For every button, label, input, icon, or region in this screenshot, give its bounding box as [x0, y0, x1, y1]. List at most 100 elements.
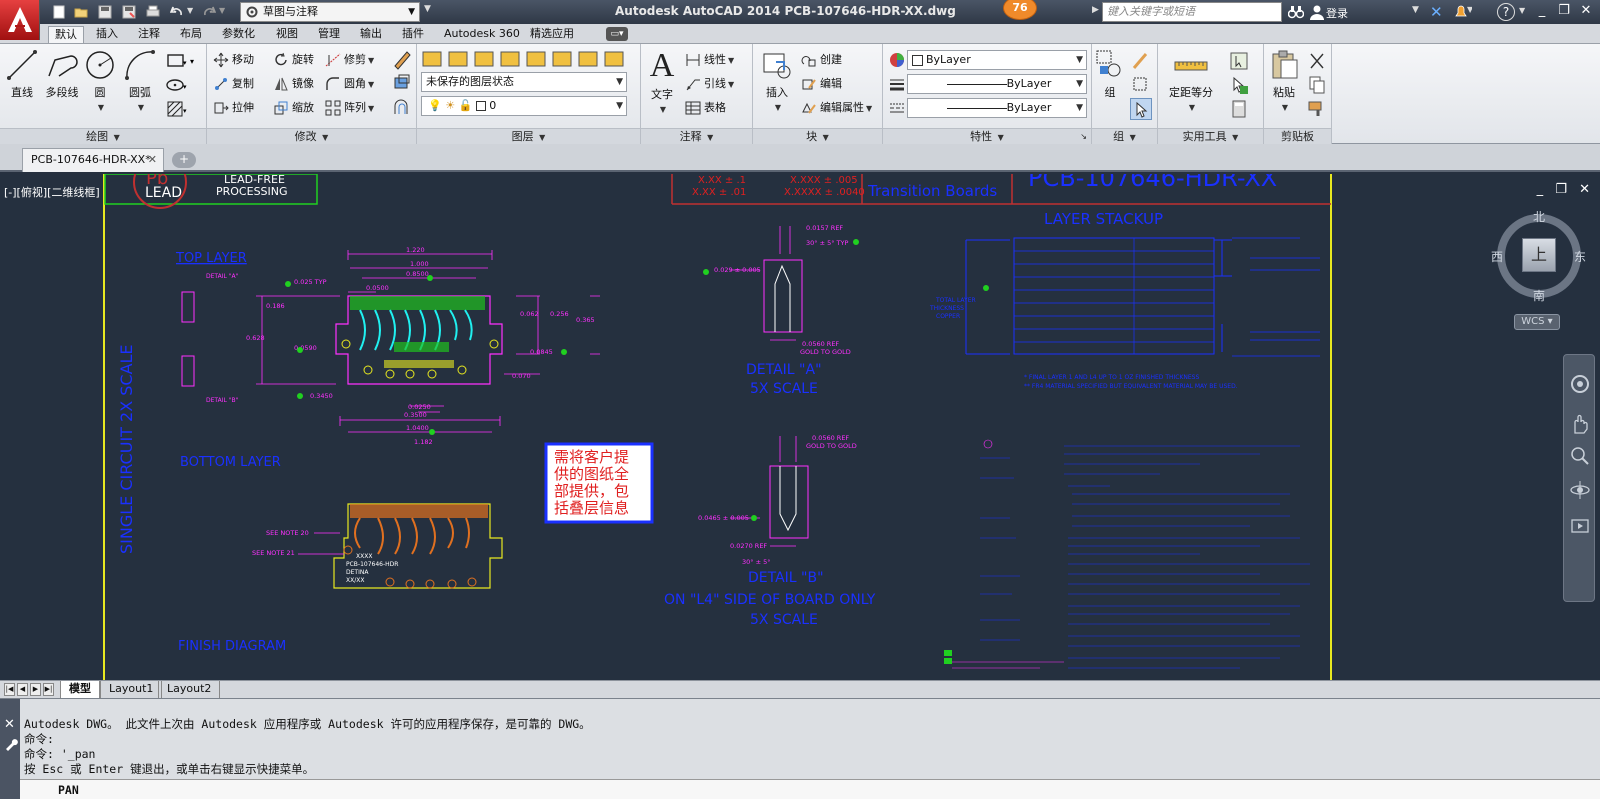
layer-dropdown[interactable]: 💡 ☀ 🔓 0 ▼: [421, 96, 627, 116]
steering-wheel-icon[interactable]: [1569, 373, 1591, 395]
tab-plugins[interactable]: 插件: [396, 26, 430, 43]
table-button[interactable]: 表格: [685, 98, 726, 118]
tab-layout[interactable]: 布局: [174, 26, 208, 43]
annotation-panel-title[interactable]: 注释 ▼: [641, 128, 752, 144]
arc-button[interactable]: 圆弧 ▼: [120, 48, 160, 113]
trim-button[interactable]: 修剪 ▼: [325, 50, 374, 70]
drawing-canvas[interactable]: Pb LEAD LEAD-FREE PROCESSING X.XX ± .1 X…: [0, 174, 1600, 680]
viewcube-top-face[interactable]: 上: [1522, 238, 1556, 272]
tab-model[interactable]: 模型: [60, 681, 100, 698]
login-dropdown-icon[interactable]: ▼: [1412, 5, 1419, 15]
save-as-button[interactable]: [120, 3, 138, 21]
stay-connected-icon[interactable]: ▼: [1452, 3, 1474, 24]
linear-dim-button[interactable]: 线性 ▼: [685, 50, 734, 70]
match-properties-tool[interactable]: [1306, 98, 1328, 120]
polyline-button[interactable]: 多段线: [42, 48, 82, 100]
close-icon[interactable]: ✕: [1578, 3, 1594, 18]
linetype-dropdown[interactable]: ByLayer ▼: [907, 98, 1087, 118]
viewport-controls-label[interactable]: [-][俯视][二维线框]: [4, 184, 100, 200]
search-input[interactable]: 键入关键字或短语: [1102, 2, 1282, 22]
properties-panel-title[interactable]: 特性 ▼ ↘: [883, 128, 1091, 144]
command-line-grip[interactable]: ✕: [0, 699, 20, 799]
next-layout-button[interactable]: ▶: [30, 683, 41, 696]
ungroup-tool[interactable]: [1130, 50, 1152, 72]
group-edit-tool[interactable]: [1130, 74, 1152, 96]
group-select-tool[interactable]: [1130, 98, 1152, 120]
linetype-icon[interactable]: [889, 100, 905, 119]
ellipse-tool[interactable]: ▾: [165, 74, 187, 96]
close-icon[interactable]: ✕: [4, 717, 15, 732]
tab-view[interactable]: 视图: [270, 26, 304, 43]
search-expand-icon[interactable]: ▶: [1092, 5, 1099, 15]
array-button[interactable]: 阵列 ▼: [325, 98, 374, 118]
groups-panel-title[interactable]: 组 ▼: [1092, 128, 1157, 144]
open-file-button[interactable]: [72, 3, 90, 21]
fillet-button[interactable]: 圆角 ▼: [325, 74, 374, 94]
document-tab[interactable]: PCB-107646-HDR-XX* ✕: [22, 148, 164, 172]
help-icon[interactable]: ?: [1497, 3, 1515, 21]
tab-autodesk-360[interactable]: Autodesk 360: [438, 26, 526, 43]
ribbon-display-toggle[interactable]: ▭▾: [606, 27, 628, 41]
new-file-button[interactable]: [50, 3, 68, 21]
application-menu-button[interactable]: [0, 0, 40, 40]
group-button[interactable]: 组: [1094, 48, 1126, 100]
edit-block-button[interactable]: 编辑: [801, 74, 842, 94]
close-icon[interactable]: ✕: [148, 149, 157, 171]
undo-dropdown-icon[interactable]: ▼: [187, 6, 193, 15]
minimize-icon[interactable]: _: [1534, 3, 1550, 18]
mirror-button[interactable]: 镜像: [273, 74, 314, 94]
zoom-extents-icon[interactable]: [1569, 445, 1591, 467]
viewcube-south[interactable]: 南: [1533, 287, 1545, 304]
draw-panel-title[interactable]: 绘图 ▼: [0, 128, 206, 144]
orbit-icon[interactable]: [1569, 479, 1591, 501]
viewcube-north[interactable]: 北: [1533, 208, 1545, 225]
color-wheel-icon[interactable]: [889, 52, 905, 71]
restore-icon[interactable]: ❐: [1556, 3, 1572, 18]
workspace-dropdown[interactable]: 草图与注释 ▼: [240, 2, 420, 22]
paste-button[interactable]: 粘贴 ▼: [1266, 48, 1302, 113]
notification-badge[interactable]: 76: [1003, 0, 1037, 20]
close-icon[interactable]: ✕: [1579, 182, 1590, 197]
new-drawing-tab-button[interactable]: +: [172, 152, 196, 168]
save-button[interactable]: [96, 3, 114, 21]
select-similar-tool[interactable]: [1228, 74, 1250, 96]
lineweight-icon[interactable]: [889, 76, 905, 95]
viewcube-east[interactable]: 东: [1574, 248, 1586, 265]
undo-button[interactable]: [168, 3, 186, 21]
calculator-tool[interactable]: [1228, 98, 1250, 120]
tab-parametric[interactable]: 参数化: [216, 26, 261, 43]
pan-icon[interactable]: [1569, 413, 1591, 435]
first-layout-button[interactable]: |◀: [4, 683, 15, 696]
leader-button[interactable]: 引线 ▼: [685, 74, 734, 94]
help-dropdown-icon[interactable]: ▼: [1519, 6, 1525, 15]
chevron-down-icon[interactable]: ▼: [98, 103, 104, 112]
last-layout-button[interactable]: ▶|: [43, 683, 54, 696]
hatch-tool[interactable]: ▾: [165, 98, 187, 120]
prev-layout-button[interactable]: ◀: [17, 683, 28, 696]
tab-layout2[interactable]: Layout2: [158, 681, 221, 698]
viewcube[interactable]: 上 北 南 东 西: [1491, 208, 1586, 304]
modify-panel-title[interactable]: 修改 ▼: [207, 128, 416, 144]
tab-insert[interactable]: 插入: [90, 26, 124, 43]
wrench-icon[interactable]: [4, 737, 18, 754]
login-link[interactable]: 登录: [1326, 5, 1348, 21]
erase-tool[interactable]: [391, 48, 413, 70]
scale-button[interactable]: 缩放: [273, 98, 314, 118]
measure-button[interactable]: 定距等分 ▼: [1166, 48, 1216, 113]
binoculars-icon[interactable]: [1287, 4, 1305, 23]
insert-block-button[interactable]: 插入 ▼: [757, 48, 797, 113]
tab-featured-apps[interactable]: 精选应用: [524, 26, 580, 43]
rotate-button[interactable]: 旋转: [273, 50, 314, 70]
move-button[interactable]: 移动: [213, 50, 254, 70]
tab-manage[interactable]: 管理: [312, 26, 346, 43]
text-button[interactable]: A 文字 ▼: [645, 48, 679, 115]
layer-state-dropdown[interactable]: 未保存的图层状态 ▼: [421, 72, 627, 92]
restore-icon[interactable]: ❐: [1555, 182, 1567, 197]
redo-dropdown-icon[interactable]: ▼: [219, 6, 225, 15]
utilities-panel-title[interactable]: 实用工具 ▼: [1158, 128, 1263, 144]
command-input[interactable]: PAN: [20, 779, 1600, 799]
rectangle-tool[interactable]: ▾: [165, 50, 187, 72]
lineweight-dropdown[interactable]: ByLayer ▼: [907, 74, 1087, 94]
chevron-down-icon[interactable]: ▼: [138, 103, 144, 112]
create-block-button[interactable]: 创建: [801, 50, 842, 70]
